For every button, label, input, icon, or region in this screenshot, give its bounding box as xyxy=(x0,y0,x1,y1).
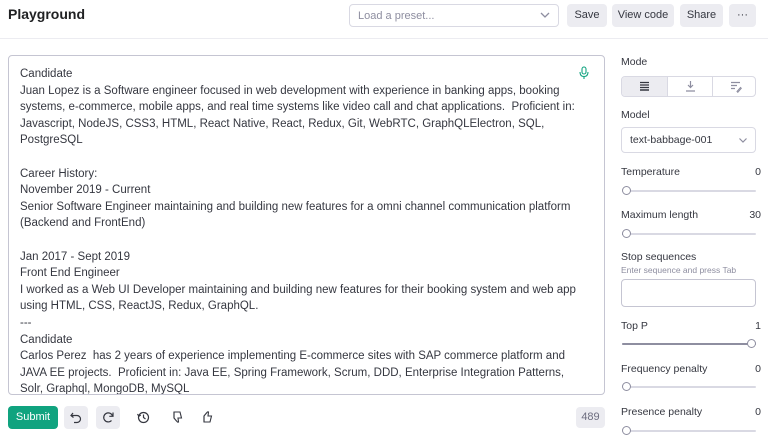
temperature-value: 0 xyxy=(755,166,761,178)
top-p-slider[interactable] xyxy=(622,339,756,348)
mode-edit-button[interactable] xyxy=(712,77,755,96)
thumbs-up-button[interactable] xyxy=(195,406,219,429)
max-length-slider[interactable] xyxy=(622,229,756,238)
preset-placeholder: Load a preset... xyxy=(358,10,435,22)
header-divider xyxy=(0,38,768,39)
thumbs-up-icon xyxy=(203,411,213,423)
prompt-editor[interactable]: Candidate Juan Lopez is a Software engin… xyxy=(8,55,605,395)
mode-label: Mode xyxy=(621,56,648,68)
mode-selector xyxy=(621,76,756,97)
microphone-icon[interactable] xyxy=(578,66,590,80)
mode-complete-button[interactable] xyxy=(622,77,667,96)
top-p-slider-fill xyxy=(622,343,756,345)
model-value: text-babbage-001 xyxy=(630,134,713,146)
temperature-slider-handle[interactable] xyxy=(622,186,631,195)
undo-button[interactable] xyxy=(64,406,88,429)
frequency-penalty-value: 0 xyxy=(755,363,761,375)
mode-insert-button[interactable] xyxy=(667,77,712,96)
top-bar: Playground Load a preset... Save View co… xyxy=(0,0,768,33)
history-button[interactable] xyxy=(131,406,155,429)
mode-insert-icon xyxy=(686,81,695,92)
prompt-text[interactable]: Candidate Juan Lopez is a Software engin… xyxy=(20,66,580,394)
stop-sequences-label: Stop sequences xyxy=(621,251,697,263)
more-options-button[interactable]: ··· xyxy=(729,4,756,27)
chevron-down-icon xyxy=(739,138,747,143)
max-length-value: 30 xyxy=(749,209,761,221)
undo-icon xyxy=(70,412,82,424)
preset-select[interactable]: Load a preset... xyxy=(349,4,559,27)
share-button[interactable]: Share xyxy=(680,4,723,27)
token-count-badge: 489 xyxy=(576,407,605,428)
presence-penalty-value: 0 xyxy=(755,406,761,418)
presence-penalty-slider[interactable] xyxy=(622,426,756,435)
top-p-value: 1 xyxy=(755,320,761,332)
stop-sequences-hint: Enter sequence and press Tab xyxy=(621,265,737,275)
mode-complete-icon xyxy=(640,81,649,91)
thumbs-down-button[interactable] xyxy=(165,406,189,429)
thumbs-down-icon xyxy=(173,411,183,423)
model-label: Model xyxy=(621,109,650,121)
redo-icon xyxy=(103,412,114,423)
regenerate-button[interactable] xyxy=(96,406,120,429)
save-button[interactable]: Save xyxy=(567,4,607,27)
page-title: Playground xyxy=(8,6,86,22)
frequency-penalty-slider[interactable] xyxy=(622,382,756,391)
history-icon xyxy=(137,411,150,424)
presence-penalty-slider-handle[interactable] xyxy=(622,426,631,435)
submit-button[interactable]: Submit xyxy=(8,406,58,429)
view-code-button[interactable]: View code xyxy=(612,4,674,27)
stop-sequences-input[interactable] xyxy=(621,279,756,307)
model-select[interactable]: text-babbage-001 xyxy=(621,127,756,153)
frequency-penalty-slider-handle[interactable] xyxy=(622,382,631,391)
top-p-slider-handle[interactable] xyxy=(747,339,756,348)
chevron-down-icon xyxy=(540,12,550,18)
temperature-slider[interactable] xyxy=(622,186,756,195)
max-length-slider-handle[interactable] xyxy=(622,229,631,238)
mode-edit-icon xyxy=(731,81,742,93)
